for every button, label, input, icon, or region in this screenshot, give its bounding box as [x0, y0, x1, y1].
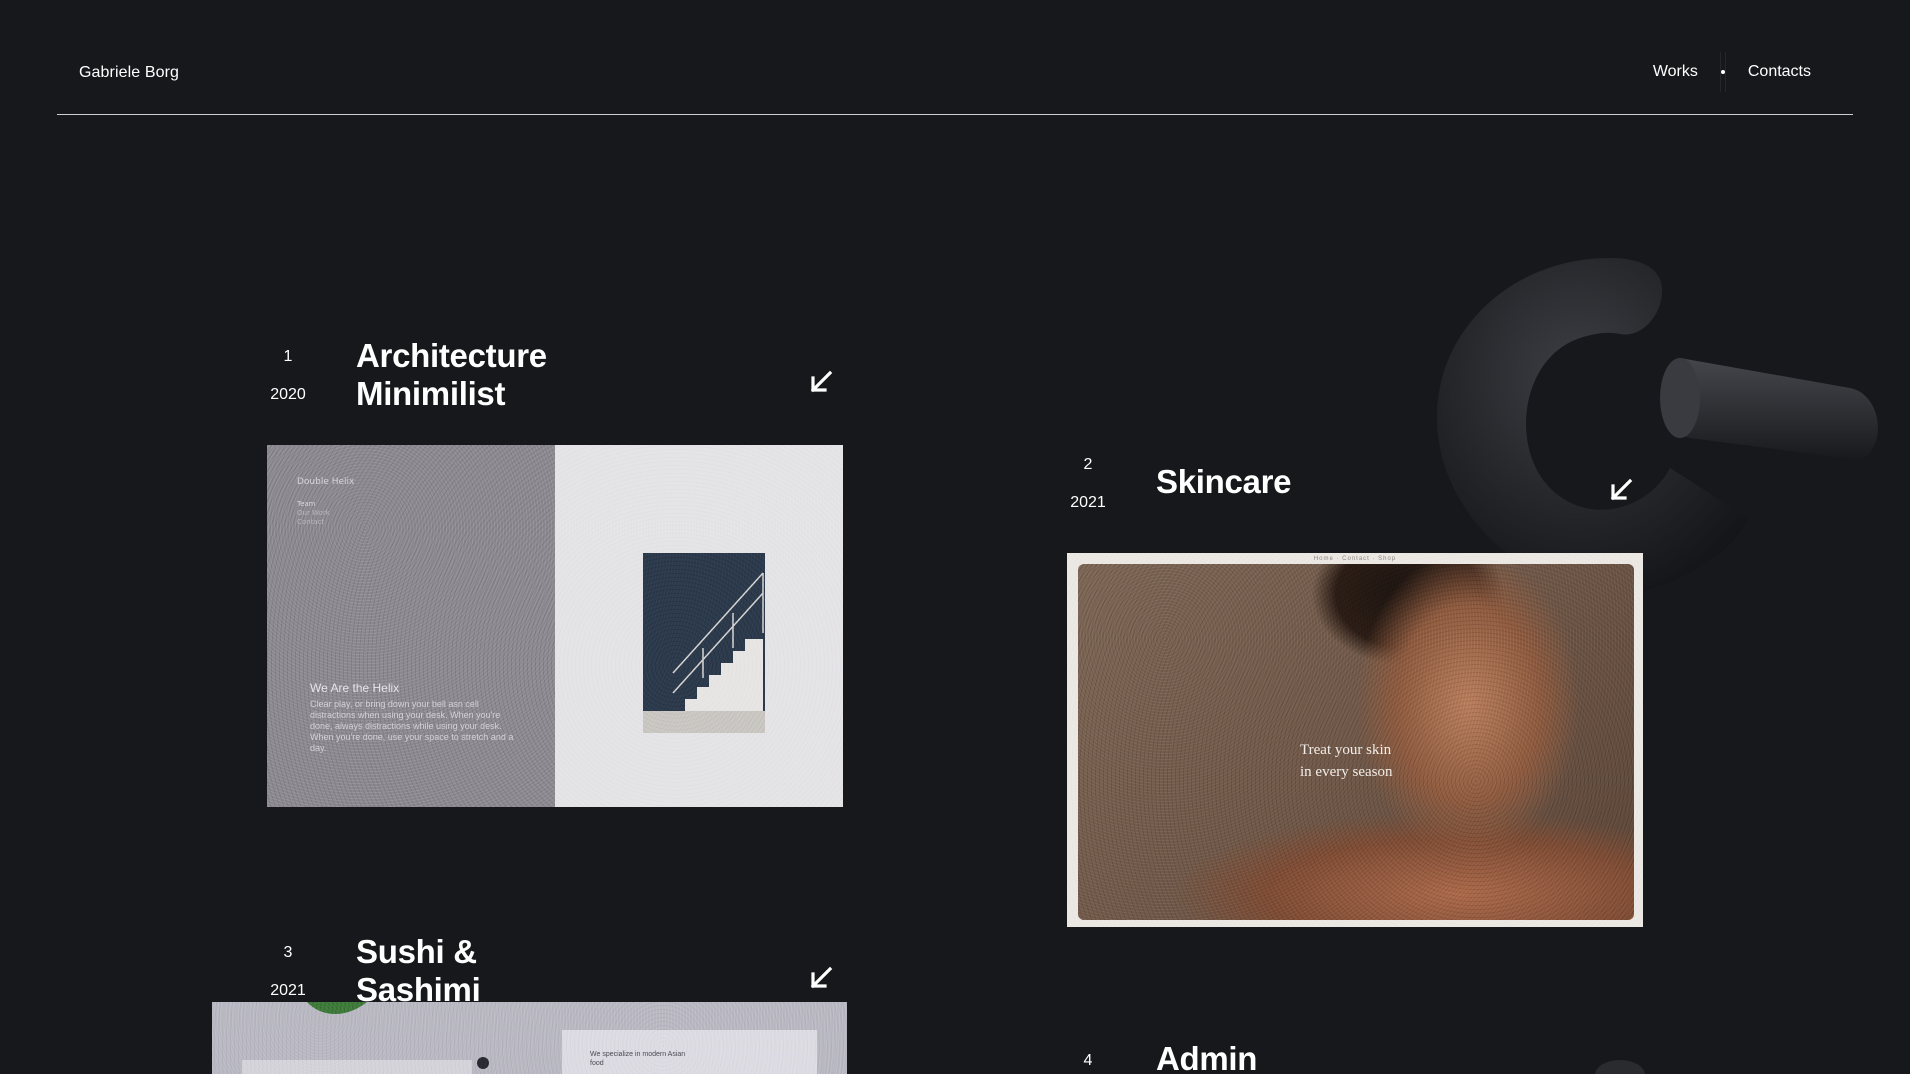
thumb-badge — [477, 1057, 489, 1069]
project-title: Skincare — [1156, 463, 1292, 501]
thumb-nav: Home · Contact · Shop — [1313, 556, 1397, 562]
brand-logo-text[interactable]: Gabriele Borg — [79, 64, 179, 82]
thumb-menu-item: Contact — [297, 518, 325, 526]
thumb-brand: Double Helix — [297, 477, 355, 487]
project-number: 1 — [283, 348, 293, 365]
thumb-menu-item: Team — [297, 500, 316, 508]
model-portrait-photo: Treat your skin in every season — [1078, 564, 1634, 920]
nav-works-link[interactable]: Works — [1631, 52, 1721, 92]
project-number: 2 — [1083, 456, 1093, 473]
project-thumbnail[interactable]: Double Helix Team Our Work Contact We Ar… — [267, 445, 843, 807]
project-year: 2020 — [270, 386, 306, 403]
thumb-panel — [242, 1060, 472, 1074]
thumb-heading: We Are the Helix — [310, 681, 400, 695]
arrow-down-left-icon[interactable] — [806, 964, 836, 994]
project-title-line: Architecture — [356, 337, 547, 374]
thumb-left-panel: Double Helix Team Our Work Contact We Ar… — [267, 445, 555, 807]
thumb-menu-item: Our Work — [297, 509, 330, 517]
staircase-photo — [643, 553, 765, 733]
project-year: 2021 — [270, 982, 306, 999]
thumb-card-text: We specialize in modern Asian food — [590, 1051, 686, 1067]
project-title: Sushi & Sashimi — [356, 933, 481, 1009]
leaf-decoration-icon — [307, 1002, 367, 1014]
tagline-line: in every season — [1300, 764, 1393, 780]
thumb-right-panel — [555, 445, 843, 807]
project-thumbnail[interactable]: Home · Contact · Shop Treat your skin in… — [1067, 553, 1643, 927]
project-title: Architecture Minimilist — [356, 337, 547, 413]
project-title: Admin — [1156, 1040, 1257, 1074]
tagline-line: Treat your skin — [1300, 742, 1392, 758]
project-title-line: Minimilist — [356, 375, 506, 412]
main-nav: Works Contacts — [1631, 52, 1833, 92]
project-thumbnail[interactable]: We specialize in modern Asian food — [212, 1002, 847, 1074]
project-title-line: Skincare — [1156, 463, 1292, 500]
nav-contacts-link[interactable]: Contacts — [1724, 52, 1833, 92]
project-year: 2021 — [1070, 494, 1106, 511]
decorative-3d-shape — [1595, 1060, 1645, 1074]
thumb-tagline: Treat your skin in every season — [1300, 739, 1392, 783]
arrow-down-left-icon[interactable] — [806, 368, 836, 398]
project-number: 4 — [1083, 1052, 1093, 1069]
project-title-line: Admin — [1156, 1040, 1258, 1074]
site-header: Gabriele Borg Works Contacts — [57, 0, 1853, 115]
thumb-body: Clear play, or bring down your bell asn … — [310, 699, 514, 753]
arrow-down-left-icon[interactable] — [1606, 476, 1636, 506]
project-title-line: Sushi & — [356, 933, 477, 970]
project-number: 3 — [283, 944, 293, 961]
